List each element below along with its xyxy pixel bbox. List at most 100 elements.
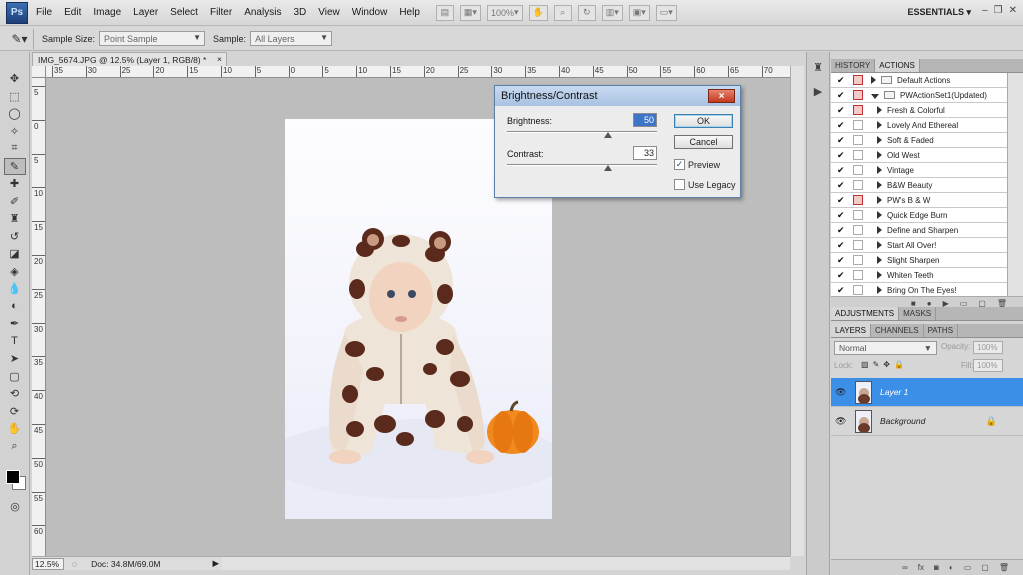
3d-rotate-tool-icon[interactable]: ⟲	[4, 385, 26, 402]
paint-bucket-tool-icon[interactable]: ◈	[4, 263, 26, 280]
menu-window[interactable]: Window	[352, 7, 388, 18]
disclosure-closed-icon[interactable]	[877, 136, 882, 144]
clone-stamp-tool-icon[interactable]: ♜	[4, 210, 26, 227]
screen-mode-icon[interactable]: ▭▾	[655, 4, 677, 21]
actions-scrollbar[interactable]	[1007, 73, 1023, 296]
zoom-level-select[interactable]: 100% ▾	[486, 4, 523, 21]
disclosure-closed-icon[interactable]	[877, 271, 882, 279]
toggle-item-icon[interactable]: ✔	[837, 285, 847, 295]
disclosure-closed-icon[interactable]	[877, 286, 882, 294]
status-menu-icon[interactable]: ◌	[72, 559, 77, 569]
action-set-row[interactable]: ✔ PWActionSet1(Updated)	[831, 88, 1007, 103]
disclosure-closed-icon[interactable]	[877, 106, 882, 114]
ok-button[interactable]: OK	[674, 114, 733, 128]
toggle-item-icon[interactable]: ✔	[837, 105, 847, 115]
path-selection-tool-icon[interactable]: ➤	[4, 350, 26, 367]
toggle-dialog-icon[interactable]	[853, 195, 863, 205]
visibility-eye-icon[interactable]: 👁	[835, 387, 849, 398]
dodge-tool-icon[interactable]: ◐	[4, 298, 26, 315]
toggle-item-icon[interactable]: ✔	[837, 75, 847, 85]
hand-tool-icon[interactable]: ✋	[4, 420, 26, 437]
layer-row-background[interactable]: 👁 Background 🔒	[831, 407, 1023, 436]
tab-masks[interactable]: MASKS	[899, 307, 937, 320]
toggle-item-icon[interactable]: ✔	[837, 90, 847, 100]
toggle-dialog-icon[interactable]	[853, 210, 863, 220]
toggle-dialog-icon[interactable]	[853, 180, 863, 190]
history-brush-tool-icon[interactable]: ↺	[4, 228, 26, 245]
menu-filter[interactable]: Filter	[210, 7, 232, 18]
eyedropper-tool-icon[interactable]: ✎	[3, 157, 26, 175]
lock-position-icon[interactable]: ✥	[883, 360, 890, 369]
new-layer-icon[interactable]: ▢	[981, 563, 989, 572]
action-row[interactable]: ✔ PW's B & W	[831, 193, 1007, 208]
document-tab[interactable]: IMG_5674.JPG @ 12.5% (Layer 1, RGB/8) * …	[32, 52, 227, 66]
toggle-item-icon[interactable]: ✔	[837, 150, 847, 160]
tab-layers[interactable]: LAYERS	[831, 324, 871, 337]
toggle-item-icon[interactable]: ✔	[837, 135, 847, 145]
3d-orbit-tool-icon[interactable]: ⟳	[4, 403, 26, 420]
tab-adjustments[interactable]: ADJUSTMENTS	[831, 307, 900, 320]
menu-image[interactable]: Image	[93, 7, 121, 18]
blur-tool-icon[interactable]: 💧	[4, 280, 26, 297]
disclosure-closed-icon[interactable]	[877, 211, 882, 219]
disclosure-closed-icon[interactable]	[877, 166, 882, 174]
disclosure-closed-icon[interactable]	[877, 181, 882, 189]
action-row[interactable]: ✔ Quick Edge Burn	[831, 208, 1007, 223]
marquee-tool-icon[interactable]: ⬚	[4, 88, 26, 105]
contrast-input[interactable]: 33	[633, 146, 657, 160]
lasso-tool-icon[interactable]: ◯	[4, 105, 26, 122]
hand-tool-icon[interactable]: ✋	[528, 4, 548, 21]
eyedropper-preset-icon[interactable]: ✎▾	[6, 28, 34, 49]
blend-mode-select[interactable]: Normal ▼	[834, 341, 937, 355]
ruler-origin[interactable]	[32, 66, 46, 78]
menu-select[interactable]: Select	[170, 7, 198, 18]
disclosure-closed-icon[interactable]	[877, 121, 882, 129]
cancel-button[interactable]: Cancel	[674, 135, 733, 149]
menu-layer[interactable]: Layer	[133, 7, 158, 18]
grid-icon[interactable]: ▥▾	[601, 4, 623, 21]
contrast-slider-track[interactable]	[507, 164, 657, 166]
restore-icon[interactable]: ❐	[994, 5, 1003, 16]
layer-row-layer-1[interactable]: 👁 Layer 1	[831, 378, 1023, 407]
close-document-icon[interactable]: ×	[217, 54, 222, 64]
toggle-dialog-icon[interactable]	[853, 75, 863, 85]
arrange-documents-icon[interactable]: ▣▾	[628, 4, 650, 21]
move-tool-icon[interactable]: ✥	[4, 70, 26, 87]
toggle-dialog-icon[interactable]	[853, 165, 863, 175]
link-layers-icon[interactable]: ∞	[902, 563, 908, 572]
toggle-dialog-icon[interactable]	[853, 270, 863, 280]
tab-channels[interactable]: CHANNELS	[871, 324, 924, 337]
action-row[interactable]: ✔ Slight Sharpen	[831, 253, 1007, 268]
tab-history[interactable]: HISTORY	[831, 59, 876, 72]
menu-help[interactable]: Help	[399, 7, 420, 18]
action-row[interactable]: ✔ Start All Over!	[831, 238, 1007, 253]
pen-tool-icon[interactable]: ✒	[4, 315, 26, 332]
disclosure-closed-icon[interactable]	[877, 226, 882, 234]
dialog-title-bar[interactable]: Brightness/Contrast ×	[495, 86, 740, 106]
disclosure-closed-icon[interactable]	[877, 241, 882, 249]
status-arrow-icon[interactable]: ▶	[212, 558, 219, 569]
menu-view[interactable]: View	[318, 7, 340, 18]
action-row[interactable]: ✔ Bring On The Eyes!	[831, 283, 1007, 296]
brightness-slider-thumb[interactable]	[604, 132, 612, 138]
close-icon[interactable]: ✕	[1009, 5, 1017, 16]
workspace-switcher[interactable]: ESSENTIALS ▾	[907, 7, 971, 18]
lock-transparent-icon[interactable]: ▨	[861, 360, 869, 369]
action-row[interactable]: ✔ Vintage	[831, 163, 1007, 178]
vertical-scrollbar[interactable]	[790, 66, 804, 556]
toggle-item-icon[interactable]: ✔	[837, 165, 847, 175]
foreground-color-swatch[interactable]	[6, 470, 20, 484]
toggle-dialog-icon[interactable]	[853, 225, 863, 235]
zoom-tool-icon[interactable]: ⌕	[4, 438, 26, 455]
menu-3d[interactable]: 3D	[293, 7, 306, 18]
dialog-close-button[interactable]: ×	[708, 89, 735, 103]
action-row[interactable]: ✔ Lovely And Ethereal	[831, 118, 1007, 133]
rotate-view-icon[interactable]: ↻	[577, 4, 596, 21]
healing-brush-tool-icon[interactable]: ✚	[4, 175, 26, 192]
toggle-dialog-icon[interactable]	[853, 150, 863, 160]
action-row[interactable]: ✔ Soft & Faded	[831, 133, 1007, 148]
disclosure-closed-icon[interactable]	[877, 151, 882, 159]
toggle-item-icon[interactable]: ✔	[837, 240, 847, 250]
action-row[interactable]: ✔ Define and Sharpen	[831, 223, 1007, 238]
eraser-tool-icon[interactable]: ◪	[4, 245, 26, 262]
